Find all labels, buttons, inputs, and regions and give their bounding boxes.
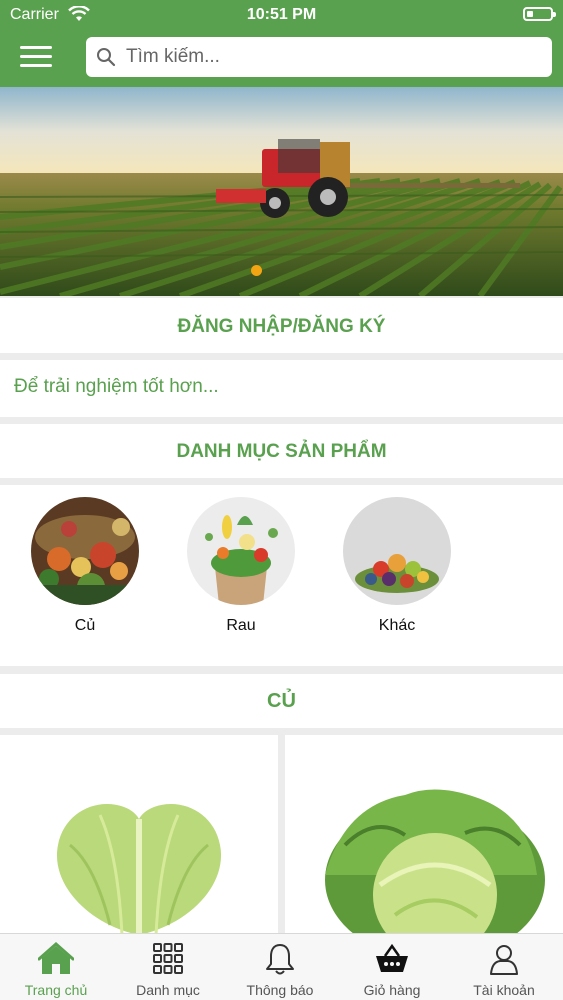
login-hint-text: Để trải nghiệm tốt hơn...: [14, 376, 219, 397]
banner-image: [0, 87, 563, 296]
tab-label: Danh mục: [136, 982, 200, 998]
hamburger-line: [20, 64, 52, 67]
section-cu-header: CỦ: [0, 674, 563, 728]
categories-title: DANH MỤC SẢN PHẨM: [176, 441, 387, 462]
tab-notifications[interactable]: Thông báo: [224, 934, 336, 1000]
search-bar[interactable]: [86, 37, 552, 77]
categories-header: DANH MỤC SẢN PHẨM: [0, 424, 563, 478]
app-screen: Carrier 10:51 PM Tìm kiếm... ĐĂNG NHẬP/Đ…: [0, 0, 563, 1000]
login-register-label: ĐĂNG NHẬP/ĐĂNG KÝ: [177, 316, 386, 337]
category-image-cu: [31, 497, 139, 605]
search-icon: [96, 47, 116, 72]
user-icon: [486, 942, 522, 976]
product-card[interactable]: [285, 735, 563, 935]
category-item-khac[interactable]: Khác: [342, 497, 452, 635]
product-image-cabbage: [285, 735, 563, 935]
tab-label: Thông báo: [246, 982, 314, 998]
category-label: Củ: [74, 617, 96, 634]
category-item-rau[interactable]: Rau: [186, 497, 296, 635]
product-card[interactable]: [0, 735, 278, 935]
tab-label: Giỏ hàng: [363, 982, 421, 998]
categories-list: Củ Rau Khác: [0, 485, 563, 666]
status-time: 10:51 PM: [246, 6, 317, 23]
carousel-indicator-dot[interactable]: [251, 265, 262, 276]
tab-label: Trang chủ: [24, 982, 88, 998]
tab-label: Tài khoản: [473, 982, 535, 998]
home-icon: [37, 941, 75, 976]
tab-cart[interactable]: Giỏ hàng: [336, 934, 448, 1000]
category-image-rau: [187, 497, 295, 605]
banner-carousel[interactable]: [0, 87, 563, 296]
battery-icon: [523, 7, 556, 21]
product-image-cabbage-heart: [0, 735, 278, 935]
grid-icon: [150, 942, 186, 976]
search-input[interactable]: [126, 42, 536, 72]
category-label: Khác: [378, 617, 416, 634]
category-item-cu[interactable]: Củ: [30, 497, 140, 635]
bell-icon: [262, 942, 298, 976]
basket-icon: [374, 942, 410, 976]
status-bar: Carrier 10:51 PM: [0, 0, 563, 30]
tab-home[interactable]: Trang chủ: [0, 934, 112, 1000]
section-cu-title: CỦ: [267, 690, 296, 712]
tab-account[interactable]: Tài khoản: [448, 934, 560, 1000]
login-hint: Để trải nghiệm tốt hơn...: [0, 360, 563, 417]
hamburger-line: [20, 55, 52, 58]
bottom-tab-bar: Trang chủ Danh mục Thông báo Giỏ hàng Tà…: [0, 933, 563, 1000]
login-register-button[interactable]: ĐĂNG NHẬP/ĐĂNG KÝ: [0, 298, 563, 353]
category-image-khac: [343, 497, 451, 605]
hamburger-line: [20, 46, 52, 49]
category-label: Rau: [226, 617, 256, 634]
tab-categories[interactable]: Danh mục: [112, 934, 224, 1000]
app-header: Carrier 10:51 PM: [0, 0, 563, 87]
menu-button[interactable]: [20, 46, 54, 68]
